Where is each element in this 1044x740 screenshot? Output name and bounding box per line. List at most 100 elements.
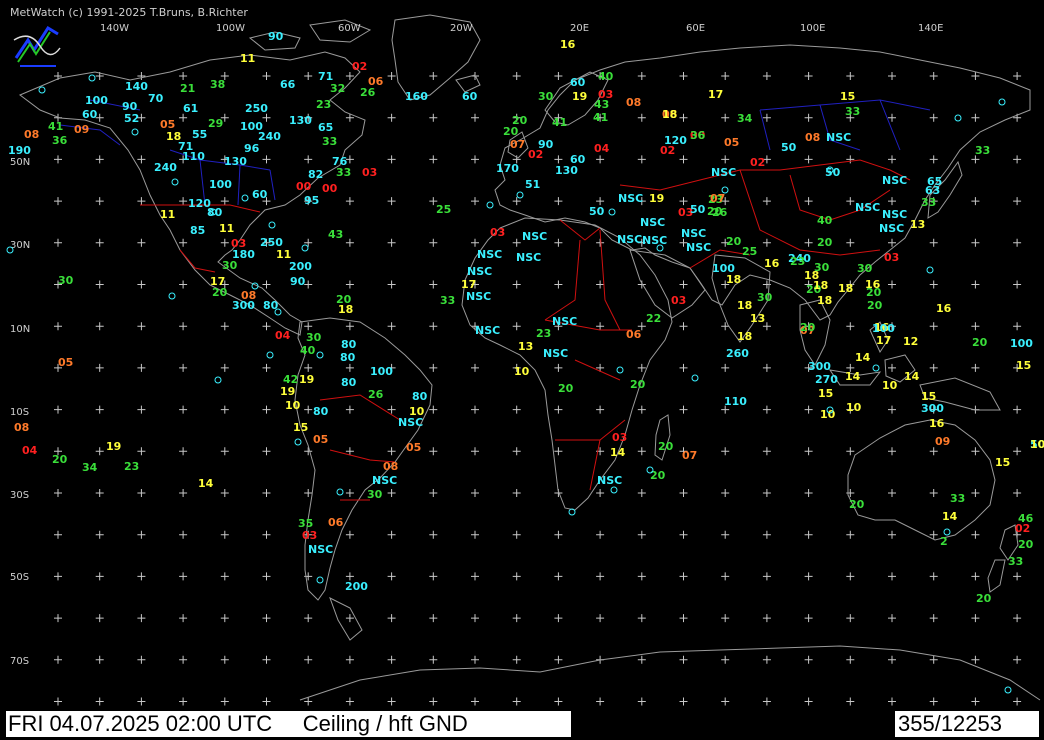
station-ceiling-label: 80	[341, 338, 357, 351]
station-ceiling-label: 05	[406, 441, 421, 454]
station-ceiling-label: 110	[724, 395, 747, 408]
station-ceiling-label: 60	[252, 188, 268, 201]
station-ceiling-label: 18	[662, 108, 677, 121]
station-ceiling-label: 15	[818, 387, 833, 400]
station-ceiling-label: 2	[940, 535, 948, 548]
station-ceiling-label: 06	[626, 328, 642, 341]
station-ceiling-label: 18	[813, 279, 828, 292]
station-ceiling-label: 19	[649, 192, 664, 205]
station-ceiling-label: 03	[671, 294, 686, 307]
station-ceiling-label: 85	[190, 224, 205, 237]
station-ceiling-label: 190	[8, 144, 31, 157]
station-ceiling-label: 60	[462, 90, 478, 103]
station-ceiling-label: 17	[876, 334, 891, 347]
station-ceiling-label: NSC	[466, 290, 491, 303]
station-ceiling-label: 130	[224, 155, 247, 168]
station-ceiling-label: 300	[232, 299, 255, 312]
station-ceiling-label: 17	[708, 88, 723, 101]
station-ceiling-label: 20	[503, 125, 519, 138]
station-ceiling-label: 15	[840, 90, 855, 103]
station-ceiling-label: 20	[52, 453, 68, 466]
station-ceiling-label: NSC	[640, 216, 665, 229]
station-ceiling-label: 04	[275, 329, 291, 342]
station-ceiling-label: 03	[362, 166, 377, 179]
latitude-label: 10S	[10, 407, 29, 418]
station-ceiling-label: 240	[258, 130, 281, 143]
station-ceiling-label: NSC	[398, 416, 423, 429]
station-ceiling-label: 18	[737, 330, 752, 343]
station-ceiling-label: 200	[345, 580, 368, 593]
station-ceiling-label: 08	[24, 128, 39, 141]
station-ceiling-label: 80	[340, 351, 356, 364]
station-ceiling-label: 20	[658, 440, 674, 453]
station-ceiling-label: 36	[690, 129, 706, 142]
station-ceiling-label: 33	[921, 196, 936, 209]
station-ceiling-label: 41	[552, 116, 567, 129]
station-ceiling-label: 96	[244, 142, 260, 155]
station-ceiling-label: 13	[910, 218, 925, 231]
station-ceiling-label: 140	[125, 80, 148, 93]
station-ceiling-label: 10	[882, 379, 898, 392]
station-ceiling-label: 43	[594, 98, 609, 111]
station-ceiling-label: 26	[712, 206, 728, 219]
station-ceiling-label: 10	[1030, 438, 1044, 451]
station-ceiling-label: 30	[58, 274, 74, 287]
station-ceiling-label: 160	[405, 90, 428, 103]
station-ceiling-label: 34	[82, 461, 98, 474]
station-ceiling-label: 60	[82, 108, 98, 121]
station-ceiling-label: 250	[245, 102, 268, 115]
station-ceiling-label: 33	[975, 144, 990, 157]
station-ceiling-label: 55	[192, 128, 207, 141]
station-ceiling-label: 33	[1008, 555, 1023, 568]
station-ceiling-label: NSC	[475, 324, 500, 337]
station-ceiling-label: 11	[240, 52, 255, 65]
station-ceiling-label: 19	[106, 440, 121, 453]
station-ceiling-label: 11	[160, 208, 175, 221]
station-ceiling-label: 14	[855, 351, 871, 364]
station-ceiling-label: 25	[436, 203, 451, 216]
station-ceiling-label: 270	[815, 373, 838, 386]
station-counter: 355/12253	[898, 711, 1002, 736]
station-ceiling-label: 10	[285, 399, 301, 412]
station-ceiling-label: 95	[304, 194, 319, 207]
longitude-label: 140W	[100, 23, 129, 34]
station-ceiling-label: 00	[322, 182, 338, 195]
station-ceiling-label: 18	[817, 294, 832, 307]
station-ceiling-label: 30	[857, 262, 873, 275]
station-ceiling-label: 22	[646, 312, 661, 325]
station-ceiling-label: NSC	[552, 315, 577, 328]
station-ceiling-label: 30	[222, 259, 238, 272]
station-ceiling-label: 16	[865, 278, 881, 291]
station-ceiling-label: 03	[302, 529, 317, 542]
latitude-label: 50S	[10, 572, 29, 583]
station-ceiling-label: 23	[316, 98, 331, 111]
longitude-label: 140E	[918, 23, 943, 34]
station-ceiling-label: 30	[757, 291, 773, 304]
station-ceiling-label: NSC	[522, 230, 547, 243]
station-ceiling-label: NSC	[711, 166, 736, 179]
station-ceiling-label: 20	[726, 235, 742, 248]
station-ceiling-label: 20	[630, 378, 646, 391]
station-ceiling-label: 02	[750, 156, 765, 169]
station-ceiling-label: 130	[289, 114, 312, 127]
station-ceiling-label: 14	[198, 477, 214, 490]
station-ceiling-label: 23	[790, 255, 805, 268]
station-ceiling-label: 20	[867, 299, 883, 312]
station-ceiling-label: 20	[1018, 538, 1034, 551]
longitude-label: 100W	[216, 23, 245, 34]
longitude-label: 20E	[570, 23, 589, 34]
station-ceiling-label: 110	[182, 150, 205, 163]
station-ceiling-label: 00	[296, 180, 312, 193]
copyright-header: MetWatch (c) 1991-2025 T.Bruns, B.Richte…	[10, 6, 248, 19]
latitude-label: 70S	[10, 656, 29, 667]
station-ceiling-label: 66	[280, 78, 296, 91]
station-ceiling-label: NSC	[467, 265, 492, 278]
station-ceiling-label: 21	[180, 82, 195, 95]
longitude-label: 100E	[800, 23, 825, 34]
station-ceiling-label: 51	[525, 178, 540, 191]
station-ceiling-label: 60	[570, 76, 586, 89]
station-ceiling-label: 23	[536, 327, 551, 340]
station-ceiling-label: 16	[936, 302, 952, 315]
station-ceiling-label: 80	[313, 405, 329, 418]
station-ceiling-label: 18	[726, 273, 741, 286]
